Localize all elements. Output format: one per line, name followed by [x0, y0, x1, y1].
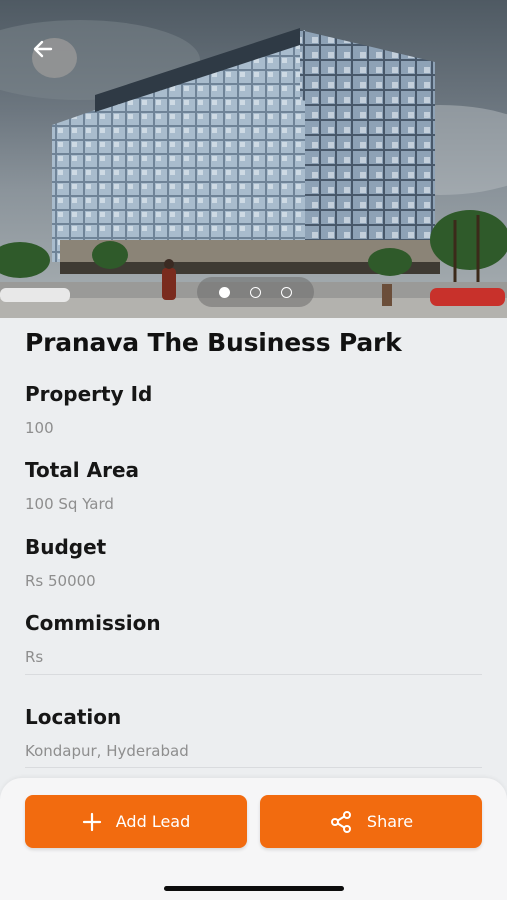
carousel-indicator: [197, 277, 314, 307]
field-total-area: Total Area 100 Sq Yard: [25, 456, 482, 514]
field-label: Total Area: [25, 458, 140, 482]
field-commission: Commission Rs: [25, 609, 482, 667]
add-lead-label: Add Lead: [115, 812, 191, 831]
field-label: Budget: [25, 535, 107, 559]
carousel-dot-3[interactable]: [281, 286, 292, 298]
divider: [25, 674, 482, 675]
building-photo: [0, 20, 507, 318]
share-button[interactable]: Share: [260, 795, 482, 848]
field-value: Rs: [25, 648, 44, 666]
add-lead-button[interactable]: Add Lead: [25, 795, 247, 848]
carousel-dot-1[interactable]: [219, 286, 230, 298]
carousel-dot-2[interactable]: [250, 286, 261, 298]
field-location: Location Kondapur, Hyderabad: [25, 703, 482, 761]
property-title: Pranava The Business Park: [25, 328, 402, 357]
divider: [25, 767, 482, 768]
field-label: Commission: [25, 611, 161, 635]
back-button[interactable]: [32, 38, 77, 78]
field-label: Property Id: [25, 382, 153, 406]
field-property-id: Property Id 100: [25, 380, 482, 438]
plus-icon: [82, 812, 101, 831]
field-value: 100 Sq Yard: [25, 495, 114, 513]
field-value: Rs 50000: [25, 572, 96, 590]
field-budget: Budget Rs 50000: [25, 533, 482, 591]
field-value: Kondapur, Hyderabad: [25, 742, 189, 760]
share-icon: [330, 810, 351, 833]
home-indicator: [164, 886, 344, 891]
field-value: 100: [25, 419, 54, 437]
arrow-left-icon: [33, 40, 53, 58]
property-image-carousel[interactable]: [0, 0, 507, 318]
bottom-action-bar: Add Lead Share: [0, 778, 507, 900]
share-label: Share: [366, 812, 414, 831]
field-label: Location: [25, 705, 122, 729]
